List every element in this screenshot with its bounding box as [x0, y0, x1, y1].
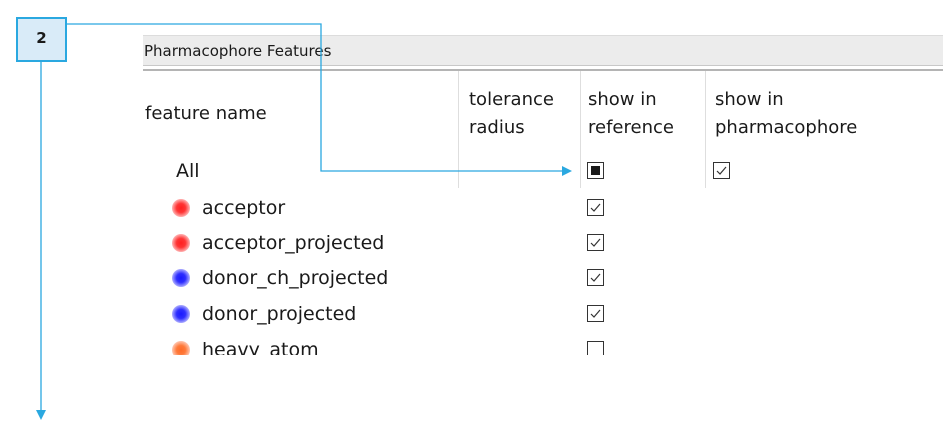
annotation-arrows [36, 23, 572, 420]
step-number-badge: 2 [16, 17, 67, 62]
arrow-to-reference-checkbox [67, 23, 572, 176]
screenshot-stage: Pharmacophore Features feature name tole… [0, 0, 943, 421]
step-number: 2 [36, 29, 47, 47]
